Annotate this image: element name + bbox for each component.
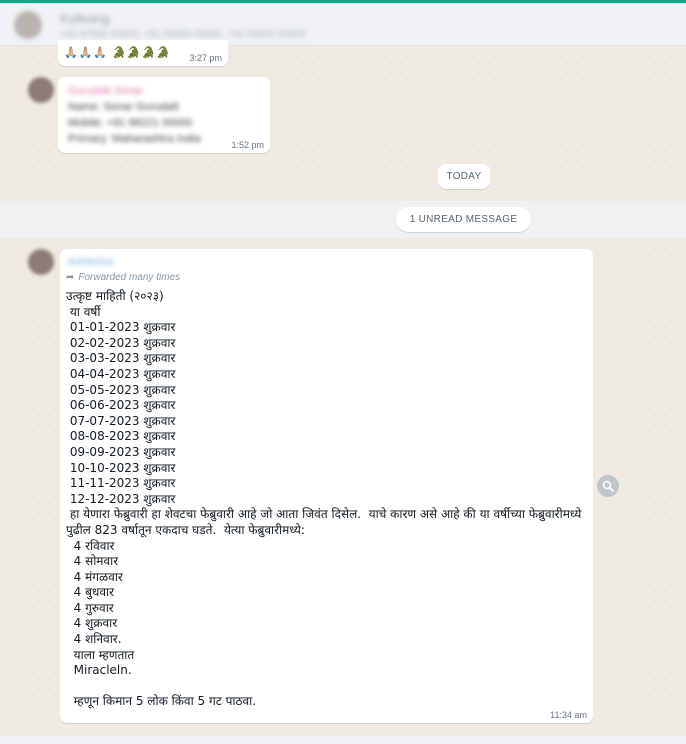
contact-participants: +91 97000 00000, +91 00000 00000, +91 00… <box>60 29 306 40</box>
forwarded-label: ➦ Forwarded many times <box>66 272 180 283</box>
contact-avatar[interactable] <box>14 11 42 39</box>
search-message-button[interactable] <box>597 475 619 497</box>
message-line: Mobile: +91 98221 00000 <box>68 117 193 129</box>
message-text: उत्कृष्ट माहिती (२०२३) या वर्षी 01-01-20… <box>66 289 582 709</box>
message-time: 1:52 pm <box>231 140 264 150</box>
date-divider: TODAY <box>438 164 490 189</box>
contact-name[interactable]: Kolkoing <box>60 11 110 26</box>
sender-name[interactable]: Gurudatt Sonar <box>68 85 143 97</box>
composer-edge <box>0 736 686 744</box>
message-bubble[interactable]: Ashlesha ➦ Forwarded many times उत्कृष्ट … <box>60 249 593 723</box>
message-time: 11:34 am <box>550 710 587 720</box>
message-time: 3:27 pm <box>189 53 222 63</box>
message-text: 🙏🏼🙏🏼🙏🏼 🐊🐊🐊🐊 <box>64 47 171 59</box>
sender-name[interactable]: Ashlesha <box>68 256 113 268</box>
forwarded-text: Forwarded many times <box>78 272 181 283</box>
search-icon <box>602 480 614 492</box>
unread-messages-badge: 1 UNREAD MESSAGE <box>396 207 531 232</box>
message-line: Primary: Maharashtra India <box>68 133 201 145</box>
forward-arrow-icon: ➦ <box>66 272 75 283</box>
contact-card-bubble[interactable]: Gurudatt Sonar Name: Sonar Gurudatt Mobi… <box>58 77 270 153</box>
sender-avatar[interactable] <box>28 77 54 103</box>
message-bubble[interactable]: 🙏🏼🙏🏼🙏🏼 🐊🐊🐊🐊 3:27 pm <box>58 40 228 66</box>
sender-avatar[interactable] <box>28 249 54 275</box>
message-line: Name: Sonar Gurudatt <box>68 101 179 113</box>
unread-divider-band <box>0 201 686 238</box>
